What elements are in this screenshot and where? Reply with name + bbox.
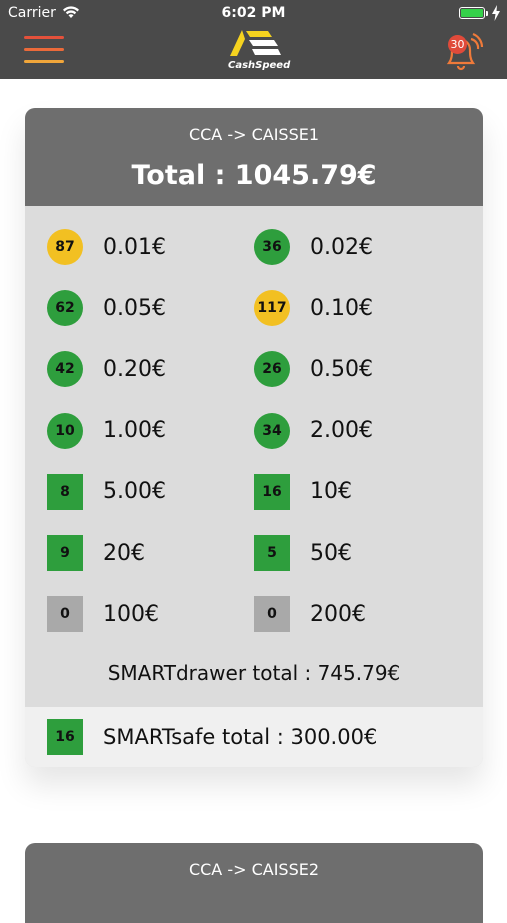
denomination-value: 0.20€ [103, 356, 166, 382]
denomination-value: 0.05€ [103, 295, 166, 321]
clock: 6:02 PM [221, 5, 286, 21]
note-count-badge: 0 [47, 596, 83, 633]
denomination-value: 10€ [310, 479, 352, 505]
denomination-item: 42 0.20€ [47, 350, 166, 388]
coin-count-badge: 117 [254, 290, 290, 327]
coin-count-badge: 26 [254, 351, 290, 388]
denomination-item: 16 10€ [254, 473, 352, 511]
denomination-item: 34 2.00€ [254, 412, 373, 450]
denomination-value: 50€ [310, 540, 352, 566]
denomination-value: 0.50€ [310, 356, 373, 382]
coin-count-badge: 42 [47, 351, 83, 388]
denomination-item: 117 0.10€ [254, 289, 373, 327]
denomination-item: 62 0.05€ [47, 289, 166, 327]
logo-text: CashSpeed [228, 60, 291, 71]
safe-row: 16 SMARTsafe total : 300.00€ [25, 707, 483, 767]
denomination-value: 5.00€ [103, 479, 166, 505]
card-title-2: CCA -> CAISSE2 [188, 860, 320, 879]
denomination-item: 36 0.02€ [254, 228, 373, 266]
denomination-value: 0.10€ [310, 295, 373, 321]
denomination-value: 1.00€ [103, 418, 166, 444]
denomination-item: 8 5.00€ [47, 473, 166, 511]
denomination-value: 0.01€ [103, 234, 166, 260]
register-card[interactable]: CCA -> CAISSE1 Total : 1045.79€ 87 0.01€ 3… [25, 108, 483, 767]
denomination-value: 0.02€ [310, 234, 373, 260]
denomination-item: 87 0.01€ [47, 228, 166, 266]
denomination-value: 200€ [310, 601, 366, 627]
denomination-value: 100€ [103, 601, 159, 627]
status-bar: Carrier 6:02 PM [0, 0, 507, 28]
note-count-badge: 16 [254, 473, 290, 510]
card-title: CCA -> CAISSE1 [188, 125, 320, 144]
safe-count-badge: 16 [47, 719, 83, 755]
denomination-item: 9 20€ [47, 534, 145, 572]
denomination-item: 10 1.00€ [47, 412, 166, 450]
battery-icon [459, 7, 485, 19]
coin-count-badge: 62 [47, 290, 83, 327]
app-logo: CashSpeed [228, 28, 291, 74]
hamburger-menu-icon[interactable] [24, 36, 64, 68]
note-count-badge: 0 [254, 596, 290, 633]
coin-count-badge: 87 [47, 229, 83, 265]
note-count-badge: 8 [47, 473, 83, 510]
denomination-item: 26 0.50€ [254, 350, 373, 388]
denomination-item: 0 200€ [254, 595, 366, 633]
battery-cap [486, 11, 488, 16]
charging-bolt-icon [492, 5, 500, 21]
coin-count-badge: 10 [47, 412, 83, 449]
register-card-2[interactable]: CCA -> CAISSE2 [25, 843, 483, 923]
notification-badge: 30 [448, 35, 467, 54]
safe-total: SMARTsafe total : 300.00€ [103, 725, 378, 749]
drawer-total: SMARTdrawer total : 745.79€ [107, 661, 401, 685]
top-bar: Carrier 6:02 PM CashSpeed 30 [0, 0, 507, 79]
note-count-badge: 9 [47, 535, 83, 571]
card-total: Total : 1045.79€ [131, 160, 377, 191]
denomination-item: 5 50€ [254, 534, 352, 572]
card-header: CCA -> CAISSE1 Total : 1045.79€ [25, 108, 483, 206]
logo-mark-icon [230, 30, 281, 56]
coin-count-badge: 34 [254, 412, 290, 449]
denomination-value: 2.00€ [310, 418, 373, 444]
denomination-value: 20€ [103, 540, 145, 566]
coin-count-badge: 36 [254, 229, 290, 265]
denomination-item: 0 100€ [47, 595, 159, 633]
note-count-badge: 5 [254, 535, 290, 571]
